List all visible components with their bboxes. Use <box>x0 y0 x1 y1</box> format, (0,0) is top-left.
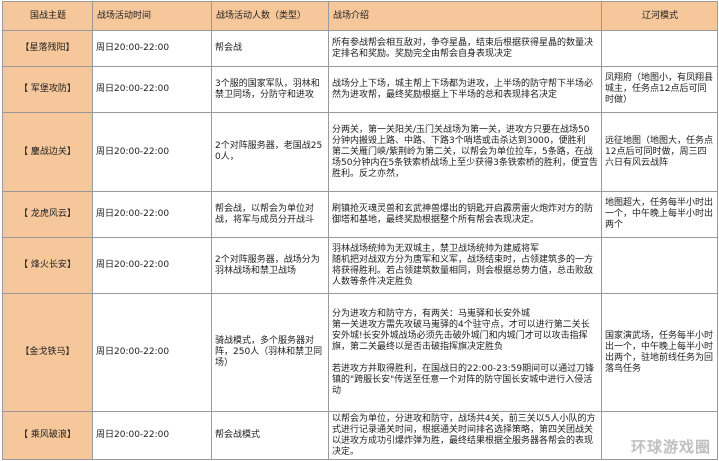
time-cell: 周日20:00-22:00 <box>92 66 212 113</box>
count-cell: 帮会战，以帮会为单位对战，将军与成员分开战斗 <box>211 191 329 238</box>
watermark: 环球游戏圈 <box>630 438 711 456</box>
mode-cell <box>601 30 718 67</box>
theme-cell: 【 龙虎风云】 <box>2 191 93 238</box>
table-row: 【 龙虎风云】 周日20:00-22:00 帮会战，以帮会为单位对战，将军与成员… <box>2 191 718 238</box>
table-row: 【 烽火长安】 周日20:00-22:00 2个对阵服务器，战场分为羽林战场和禁… <box>2 237 718 294</box>
mode-cell: 地图超大，任务每半小时出一个，中午晚上每半小时出两个 <box>601 191 718 238</box>
header-theme: 国战主题 <box>2 1 93 31</box>
theme-cell: 【 鏖战边关】 <box>2 112 93 192</box>
theme-cell: 【 军堡攻防】 <box>2 66 93 113</box>
header-mode: 辽河模式 <box>601 1 718 31</box>
header-count: 战场活动人数（类型） <box>211 1 329 31</box>
theme-cell: 【金戈铁马】 <box>2 293 93 412</box>
intro-cell: 刷镇抢灭魂灵兽和玄武神兽爆出的钥匙开启霹雳雷火炮炸对方的防御塔和基地，最终奖励根… <box>328 191 602 238</box>
intro-cell: 分为进攻方和防守方，有两关：马嵬驿和长安外城 第一关进攻方需先攻破马嵬驿的4个驻… <box>328 293 602 412</box>
header-intro: 战场介绍 <box>328 1 602 31</box>
table-header-row: 国战主题 战场活动时间 战场活动人数（类型） 战场介绍 辽河模式 <box>2 1 718 31</box>
table-row: 【 乘风破浪】 周日20:00-22:00 帮会战模式 以帮会为单位，分进攻和防… <box>2 411 718 460</box>
table-row: 【星落残阳】 周日20:00-22:00 帮会战 所有参战帮会相互敌对，争夺星晶… <box>2 30 718 67</box>
theme-cell: 【 乘风破浪】 <box>2 411 93 460</box>
intro-cell: 所有参战帮会相互敌对，争夺星晶，结束后根据获得星晶的数量决定排名和奖励。奖励完全… <box>328 30 602 67</box>
intro-cell: 战场分上下场，城主帮上下场都为进攻，上半场的防守帮下半场必然为进攻帮，最终奖励根… <box>328 66 602 113</box>
mode-cell: 国家演武场，任务每半小时出一个，中午晚上每半小时出两个，驻地前线任务为回落鸟任务 <box>601 293 718 412</box>
count-cell: 骑战模式，多个服务器对阵，250人（羽林和禁卫同场） <box>211 293 329 412</box>
time-cell: 周日20:00-22:00 <box>92 411 212 460</box>
table-row: 【 军堡攻防】 周日20:00-22:00 3个服的国家军队，羽林和禁卫同场，分… <box>2 66 718 113</box>
time-cell: 周日20:00-22:00 <box>92 191 212 238</box>
count-cell: 帮会战模式 <box>211 411 329 460</box>
intro-cell: 以帮会为单位，分进攻和防守，战场共4关，前三关以5人小队的方式进行记录通关时间，… <box>328 411 602 460</box>
mode-cell: 远征地图（地图大，任务点12点后可同时做，周三四六日有风云战阵 <box>601 112 718 192</box>
theme-cell: 【 烽火长安】 <box>2 237 93 294</box>
table-row: 【金戈铁马】 周日20:00-22:00 骑战模式，多个服务器对阵，250人（羽… <box>2 293 718 412</box>
time-cell: 周日20:00-22:00 <box>92 30 212 67</box>
time-cell: 周日20:00-22:00 <box>92 293 212 412</box>
count-cell: 3个服的国家军队，羽林和禁卫同场，分防守和进攻 <box>211 66 329 113</box>
count-cell: 帮会战 <box>211 30 329 67</box>
mode-cell: 凤翔府（地图小，有凤翔县城主，任务点12点后可同时做） <box>601 66 718 113</box>
table-row: 【 鏖战边关】 周日20:00-22:00 2个对阵服务器，老国战250人， 分… <box>2 112 718 192</box>
time-cell: 周日20:00-22:00 <box>92 237 212 294</box>
header-time: 战场活动时间 <box>92 1 212 31</box>
war-theme-table: 国战主题 战场活动时间 战场活动人数（类型） 战场介绍 辽河模式 【星落残阳】 … <box>2 1 718 460</box>
count-cell: 2个对阵服务器，老国战250人， <box>211 112 329 192</box>
theme-cell: 【星落残阳】 <box>2 30 93 67</box>
mode-cell <box>601 237 718 294</box>
count-cell: 2个对阵服务器，战场分为羽林战场和禁卫战场 <box>211 237 329 294</box>
intro-cell: 分两关，第一关阳关/玉门关战场为第一关，进攻方只要在战场50分钟内搬毁上路、中路… <box>328 112 602 192</box>
intro-cell: 羽林战场统帅为无双城主，禁卫战场统帅为建威将军 随机把对战双方分为唐军和义军，战… <box>328 237 602 294</box>
time-cell: 周日20:00-22:00 <box>92 112 212 192</box>
